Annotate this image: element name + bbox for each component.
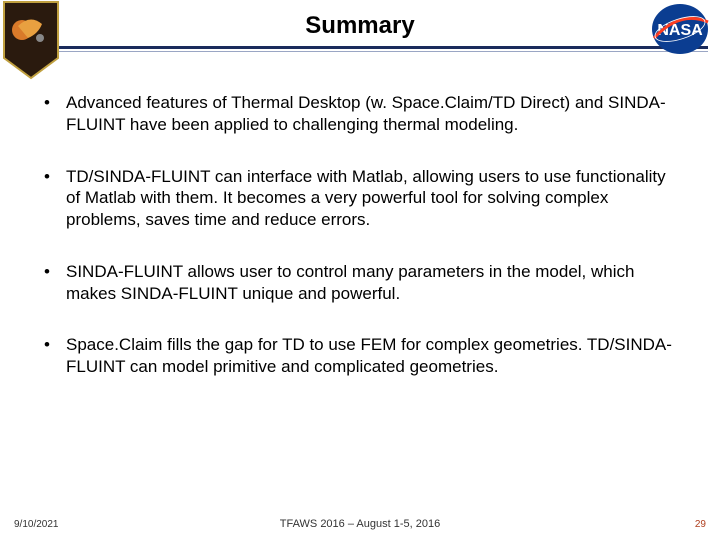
bullet-text: SINDA-FLUINT allows user to control many… [66, 261, 680, 305]
nasa-logo: NASA [648, 2, 712, 56]
bullet-item: • SINDA-FLUINT allows user to control ma… [40, 261, 680, 305]
bullet-item: • Space.Claim fills the gap for TD to us… [40, 334, 680, 378]
mission-logo [0, 0, 62, 80]
bullet-mark: • [40, 92, 66, 136]
header-rule-light [12, 51, 708, 52]
bullet-mark: • [40, 261, 66, 305]
header-rule-dark [12, 46, 708, 49]
slide-content: • Advanced features of Thermal Desktop (… [0, 64, 720, 378]
bullet-item: • TD/SINDA-FLUINT can interface with Mat… [40, 166, 680, 231]
footer-conference: TFAWS 2016 – August 1-5, 2016 [0, 518, 720, 530]
bullet-item: • Advanced features of Thermal Desktop (… [40, 92, 680, 136]
slide-header: Summary [0, 0, 720, 64]
bullet-text: Space.Claim fills the gap for TD to use … [66, 334, 680, 378]
footer-date: 9/10/2021 [14, 519, 59, 530]
bullet-text: Advanced features of Thermal Desktop (w.… [66, 92, 680, 136]
bullet-text: TD/SINDA-FLUINT can interface with Matla… [66, 166, 680, 231]
footer-page-number: 29 [695, 519, 706, 530]
slide-footer: 9/10/2021 TFAWS 2016 – August 1-5, 2016 … [0, 518, 720, 530]
bullet-mark: • [40, 166, 66, 231]
slide-title: Summary [0, 0, 720, 46]
bullet-mark: • [40, 334, 66, 378]
